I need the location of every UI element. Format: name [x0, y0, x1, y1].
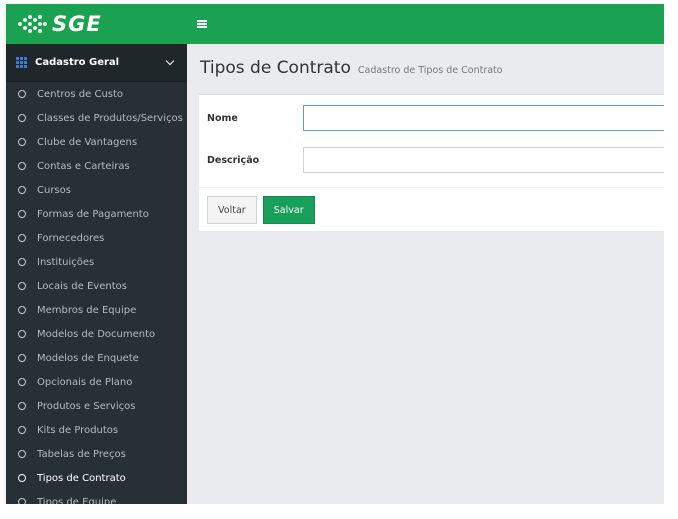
sidebar-item-instituições[interactable]: Instituições [6, 250, 187, 274]
circle-icon [18, 162, 26, 170]
circle-icon [18, 426, 26, 434]
sidebar-item-label: Tipos de Equipe [37, 496, 117, 505]
form-row-descricao: Descrição [199, 141, 664, 179]
sidebar-item-cursos[interactable]: Cursos [6, 178, 187, 202]
nome-input[interactable] [303, 105, 664, 131]
hamburger-icon[interactable] [191, 13, 213, 35]
sidebar-item-label: Clube de Vantagens [37, 136, 138, 148]
sidebar-item-label: Tabelas de Preços [37, 448, 126, 460]
sidebar-item-clube-de-vantagens[interactable]: Clube de Vantagens [6, 130, 187, 154]
sidebar-item-label: Contas e Carteiras [37, 160, 130, 172]
circle-icon [18, 354, 26, 362]
form-row-nome: Nome [199, 99, 664, 137]
sidebar-item-label: Classes de Produtos/Serviços [37, 112, 183, 124]
sidebar-item-label: Centros de Custo [37, 88, 124, 100]
descricao-input[interactable] [303, 147, 664, 173]
form-card: Nome Descrição Voltar Salvar [199, 94, 664, 231]
sidebar-item-tipos-de-equipe[interactable]: Tipos de Equipe [6, 490, 187, 504]
sidebar-item-label: Instituições [37, 256, 95, 268]
circle-icon [18, 402, 26, 410]
sidebar: Cadastro Geral Centros de Custo Classes d… [6, 44, 187, 504]
app-window: SGE Cadastro Geral Centros de Custo Class… [6, 4, 664, 504]
sidebar-item-modelos-de-enquete[interactable]: Modelos de Enquete [6, 346, 187, 370]
circle-icon [18, 258, 26, 266]
chevron-down-icon [165, 56, 175, 66]
circle-icon [18, 138, 26, 146]
sidebar-item-label: Modelos de Enquete [37, 352, 139, 364]
sidebar-item-label: Fornecedores [37, 232, 105, 244]
circle-icon [18, 234, 26, 242]
circle-icon [18, 306, 26, 314]
circle-icon [18, 282, 26, 290]
circle-icon [18, 378, 26, 386]
sidebar-item-tabelas-de-preços[interactable]: Tabelas de Preços [6, 442, 187, 466]
sidebar-item-label: Kits de Produtos [37, 424, 119, 436]
circle-icon [18, 210, 26, 218]
circle-icon [18, 90, 26, 98]
sidebar-item-contas-e-carteiras[interactable]: Contas e Carteiras [6, 154, 187, 178]
sidebar-section-cadastro-geral[interactable]: Cadastro Geral [6, 44, 187, 82]
torn-edge-bottom [0, 504, 678, 519]
back-button[interactable]: Voltar [207, 196, 257, 224]
save-button[interactable]: Salvar [262, 196, 315, 224]
circle-icon [18, 450, 26, 458]
sidebar-item-fornecedores[interactable]: Fornecedores [6, 226, 187, 250]
sidebar-item-tipos-de-contrato[interactable]: Tipos de Contrato [6, 466, 187, 490]
dots-globe-icon [16, 13, 47, 35]
sidebar-item-label: Cursos [37, 184, 71, 196]
sidebar-item-formas-de-pagamento[interactable]: Formas de Pagamento [6, 202, 187, 226]
sidebar-item-label: Tipos de Contrato [37, 472, 126, 484]
sidebar-item-label: Formas de Pagamento [37, 208, 149, 220]
torn-edge-right [664, 0, 678, 519]
page-title: Tipos de Contrato [200, 58, 351, 78]
page-header: Tipos de Contrato Cadastro de Tipos de C… [187, 44, 664, 92]
page-subtitle: Cadastro de Tipos de Contrato [357, 65, 503, 76]
sidebar-item-label: Opcionais de Plano [37, 376, 133, 388]
sidebar-item-label: Produtos e Serviços [37, 400, 136, 412]
sidebar-item-centros-de-custo[interactable]: Centros de Custo [6, 82, 187, 106]
sidebar-item-produtos-e-serviços[interactable]: Produtos e Serviços [6, 394, 187, 418]
nome-label: Nome [207, 112, 238, 124]
sidebar-item-membros-de-equipe[interactable]: Membros de Equipe [6, 298, 187, 322]
main-content: Tipos de Contrato Cadastro de Tipos de C… [187, 44, 664, 504]
circle-icon [18, 114, 26, 122]
grid-icon [16, 57, 27, 68]
sidebar-item-classes-de-produtos-serviços[interactable]: Classes de Produtos/Serviços [6, 106, 187, 130]
sidebar-item-label: Locais de Eventos [37, 280, 127, 292]
sidebar-menu: Centros de Custo Classes de Produtos/Serv… [6, 82, 187, 504]
sidebar-item-label: Membros de Equipe [37, 304, 137, 316]
circle-icon [18, 330, 26, 338]
sidebar-item-kits-de-produtos[interactable]: Kits de Produtos [6, 418, 187, 442]
logo[interactable]: SGE [6, 12, 187, 36]
circle-icon [18, 474, 26, 482]
descricao-label: Descrição [207, 154, 260, 166]
top-navbar: SGE [6, 4, 664, 44]
sidebar-item-label: Modelos de Documento [37, 328, 156, 340]
sidebar-item-modelos-de-documento[interactable]: Modelos de Documento [6, 322, 187, 346]
sidebar-section-label: Cadastro Geral [35, 57, 120, 68]
sidebar-item-opcionais-de-plano[interactable]: Opcionais de Plano [6, 370, 187, 394]
logo-text: SGE [52, 12, 102, 36]
circle-icon [18, 186, 26, 194]
sidebar-item-locais-de-eventos[interactable]: Locais de Eventos [6, 274, 187, 298]
form-actions: Voltar Salvar [199, 187, 664, 232]
